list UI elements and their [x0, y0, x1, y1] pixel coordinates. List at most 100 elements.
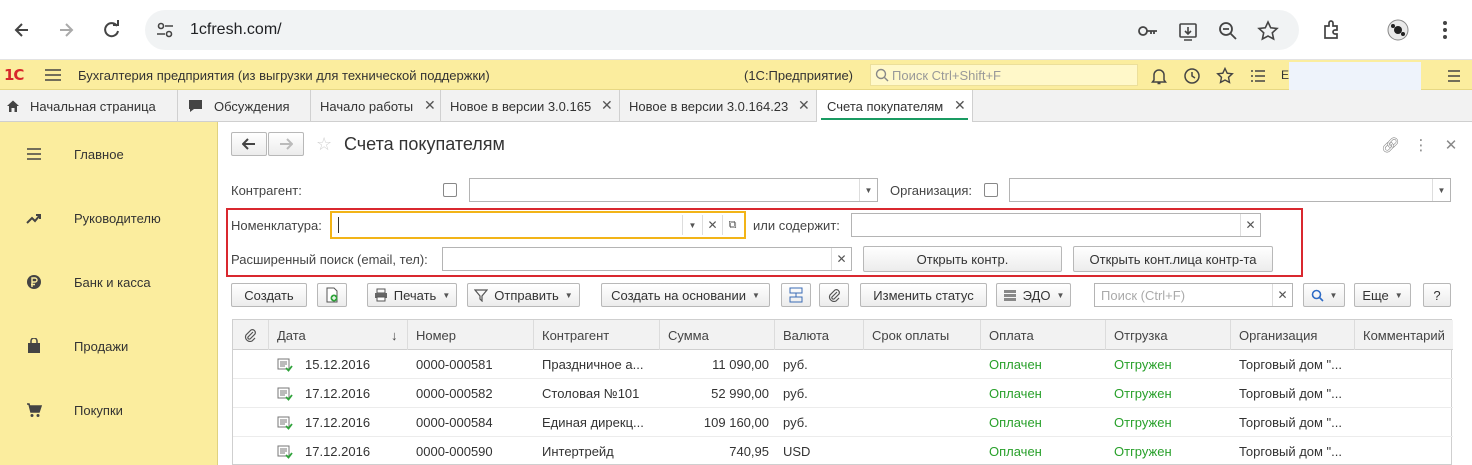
- dropdown-arrow-icon[interactable]: ▼: [859, 179, 877, 201]
- structure-button[interactable]: [781, 283, 811, 307]
- cell-shipment-status: Отгружен: [1114, 415, 1172, 430]
- address-bar[interactable]: 1cfresh.com/: [145, 10, 1299, 50]
- tab-close-icon[interactable]: ✕: [798, 97, 810, 114]
- reload-icon[interactable]: [96, 14, 128, 46]
- sidebar-item-bank[interactable]: Банк и касса: [0, 250, 218, 314]
- bookmark-star-icon[interactable]: [1257, 20, 1279, 42]
- tab-new-3-0-165[interactable]: Новое в версии 3.0.165 ✕: [441, 90, 620, 122]
- attachments-column-header[interactable]: [233, 320, 269, 350]
- search-options-button[interactable]: ▼: [1303, 283, 1345, 307]
- dropdown-arrow-icon[interactable]: ▼: [682, 215, 702, 235]
- close-form-icon[interactable]: ✕: [1442, 136, 1460, 154]
- cell-date: 17.12.2016: [305, 415, 371, 430]
- contains-label: или содержит:: [753, 218, 840, 233]
- back-icon[interactable]: [6, 14, 38, 46]
- forward-button[interactable]: [268, 132, 304, 156]
- tab-close-icon[interactable]: ✕: [424, 97, 436, 114]
- table-row[interactable]: 15.12.2016 0000-000581 Праздничное а... …: [233, 350, 1453, 379]
- sidebar-item-label: Главное: [74, 147, 124, 162]
- forward-icon[interactable]: [50, 14, 82, 46]
- table-row[interactable]: 17.12.2016 0000-000584 Единая дирекц... …: [233, 408, 1453, 437]
- organization-field[interactable]: ▼: [1009, 178, 1451, 202]
- link-icon[interactable]: 🔗︎: [1381, 136, 1400, 154]
- sidebar-item-purchases[interactable]: Покупки: [0, 378, 218, 442]
- counterparty-checkbox[interactable]: [443, 183, 457, 197]
- bell-icon[interactable]: [1150, 67, 1168, 85]
- back-button[interactable]: [231, 132, 267, 156]
- tab-close-icon[interactable]: ✕: [954, 97, 966, 114]
- main-menu-icon[interactable]: [44, 67, 62, 83]
- open-icon[interactable]: ⧉: [722, 215, 742, 235]
- column-header-comment[interactable]: Комментарий: [1355, 320, 1453, 350]
- column-header-due-date[interactable]: Срок оплаты: [864, 320, 981, 350]
- global-search-input[interactable]: Поиск Ctrl+Shift+F: [870, 64, 1138, 86]
- tab-discussions[interactable]: Обсуждения: [178, 90, 311, 122]
- table-row[interactable]: 17.12.2016 0000-000590 Интертрейд 740,95…: [233, 437, 1453, 465]
- contains-field[interactable]: ✕: [851, 213, 1261, 237]
- counterparty-field[interactable]: ▼: [469, 178, 878, 202]
- column-header-number[interactable]: Номер: [408, 320, 534, 350]
- sidebar-item-sales[interactable]: Продажи: [0, 314, 218, 378]
- edo-button[interactable]: ЭДО ▼: [996, 283, 1071, 307]
- copy-button[interactable]: [317, 283, 347, 307]
- table-row[interactable]: 17.12.2016 0000-000582 Столовая №101 52 …: [233, 379, 1453, 408]
- paperclip-icon: [244, 329, 256, 342]
- favorites-star-icon[interactable]: [1216, 67, 1234, 85]
- ruble-coin-icon: [27, 275, 41, 289]
- column-header-counterparty[interactable]: Контрагент: [534, 320, 660, 350]
- sidebar-item-management[interactable]: Руководителю: [0, 186, 218, 250]
- attachments-button[interactable]: [819, 283, 849, 307]
- print-button[interactable]: Печать ▼: [367, 283, 457, 307]
- list-icon[interactable]: [1249, 67, 1267, 85]
- open-counterparty-button[interactable]: Открыть контр.: [863, 246, 1062, 272]
- dropdown-arrow-icon[interactable]: ▼: [1432, 179, 1450, 201]
- sidebar-item-main[interactable]: Главное: [0, 122, 218, 186]
- clear-icon[interactable]: ✕: [1272, 284, 1292, 306]
- column-header-date[interactable]: Дата ↓: [269, 320, 408, 350]
- browser-menu-icon[interactable]: [1433, 18, 1457, 42]
- extended-search-field[interactable]: ✕: [442, 247, 852, 271]
- site-settings-icon[interactable]: [155, 20, 175, 40]
- send-button[interactable]: Отправить ▼: [467, 283, 580, 307]
- help-button[interactable]: ?: [1423, 283, 1451, 307]
- history-icon[interactable]: [1183, 67, 1201, 85]
- column-header-organization[interactable]: Организация: [1231, 320, 1355, 350]
- column-header-payment[interactable]: Оплата: [981, 320, 1106, 350]
- browser-toolbar: 1cfresh.com/: [0, 0, 1472, 60]
- tab-getting-started[interactable]: Начало работы ✕: [311, 90, 441, 122]
- organization-checkbox[interactable]: [984, 183, 998, 197]
- tab-home[interactable]: Начальная страница: [0, 90, 178, 122]
- change-status-button[interactable]: Изменить статус: [860, 283, 987, 307]
- open-contact-person-button[interactable]: Открыть конт.лица контр-та: [1073, 246, 1273, 272]
- app-title-bar: 1С Бухгалтерия предприятия (из выгрузки …: [0, 60, 1472, 90]
- clear-icon[interactable]: ✕: [831, 248, 851, 270]
- column-header-sum[interactable]: Сумма: [660, 320, 775, 350]
- create-based-on-button[interactable]: Создать на основании ▼: [601, 283, 770, 307]
- key-icon[interactable]: [1137, 20, 1159, 42]
- column-label: Организация: [1239, 328, 1318, 343]
- cell-counterparty: Праздничное а...: [542, 357, 644, 372]
- tab-new-3-0-164-23[interactable]: Новое в версии 3.0.164.23 ✕: [620, 90, 817, 122]
- column-header-currency[interactable]: Валюта: [775, 320, 864, 350]
- settings-lines-icon[interactable]: [1445, 67, 1463, 85]
- table-search-input[interactable]: Поиск (Ctrl+F) ✕: [1094, 283, 1293, 307]
- more-actions-icon[interactable]: ⋮: [1412, 136, 1430, 154]
- column-label: Сумма: [668, 328, 709, 343]
- tab-customer-invoices[interactable]: Счета покупателям ✕: [817, 90, 973, 122]
- cell-payment-status: Оплачен: [989, 357, 1042, 372]
- clear-icon[interactable]: ✕: [702, 215, 722, 235]
- clear-icon[interactable]: ✕: [1240, 214, 1260, 236]
- nomenclature-field[interactable]: ▼ ✕ ⧉: [330, 211, 746, 239]
- favorite-star-icon[interactable]: ☆: [316, 134, 332, 155]
- create-button[interactable]: Создать: [231, 283, 307, 307]
- cell-counterparty: Единая дирекц...: [542, 415, 644, 430]
- install-app-icon[interactable]: [1177, 20, 1199, 42]
- url-text[interactable]: 1cfresh.com/: [190, 21, 282, 39]
- tab-close-icon[interactable]: ✕: [601, 97, 613, 114]
- profile-avatar[interactable]: [1386, 18, 1410, 42]
- zoom-icon[interactable]: [1217, 20, 1239, 42]
- column-header-shipment[interactable]: Отгрузка: [1106, 320, 1231, 350]
- extensions-icon[interactable]: [1320, 18, 1344, 42]
- user-name[interactable]: E: [1281, 68, 1289, 82]
- more-button[interactable]: Еще ▼: [1354, 283, 1411, 307]
